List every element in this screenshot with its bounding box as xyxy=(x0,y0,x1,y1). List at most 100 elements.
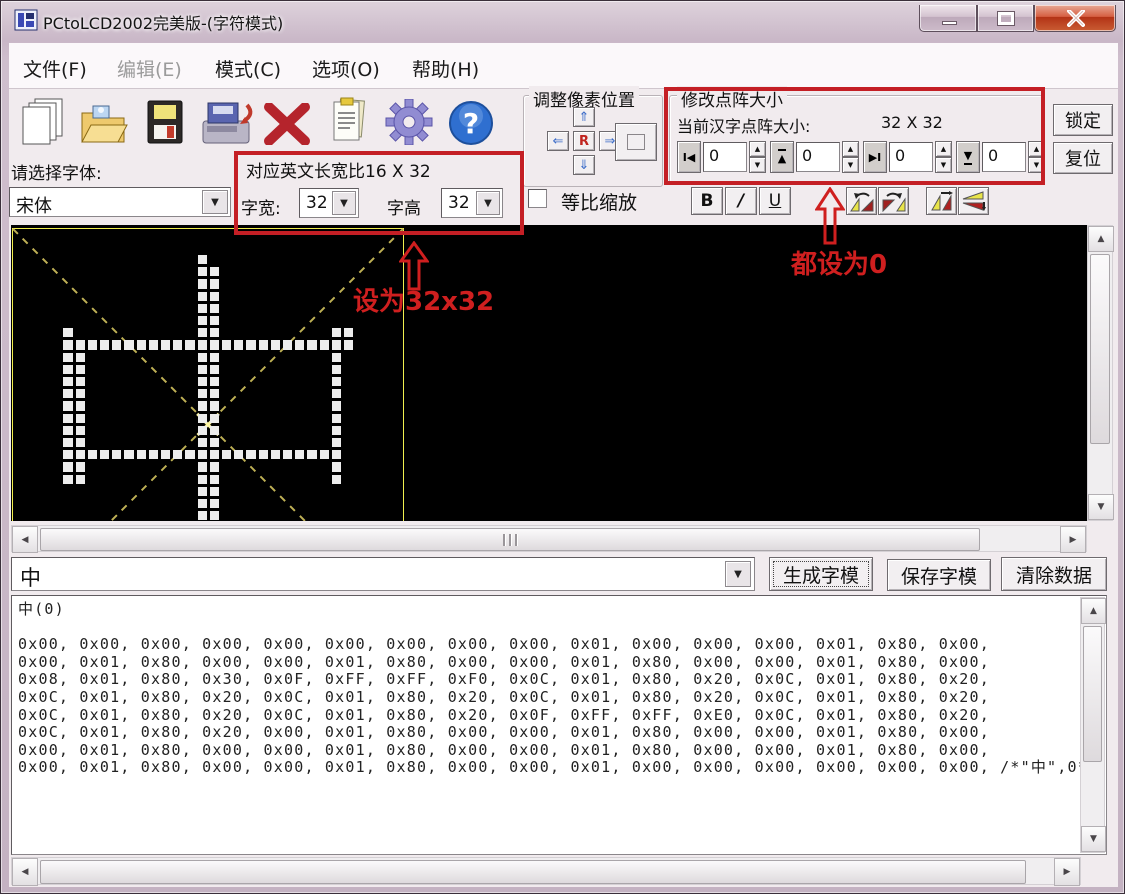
pixel-cell[interactable] xyxy=(88,340,97,349)
pixel-cell[interactable] xyxy=(246,340,255,349)
pixel-cell[interactable] xyxy=(63,414,72,423)
pixel-cell[interactable] xyxy=(210,328,219,337)
chevron-down-icon[interactable]: ▼ xyxy=(332,191,356,215)
pixel-cell[interactable] xyxy=(76,426,85,435)
adjust-left-edge-button[interactable]: I◀ xyxy=(677,141,701,173)
bottom-edge-input[interactable]: 0 xyxy=(982,142,1026,172)
pixel-cell[interactable] xyxy=(307,340,316,349)
char-width-combobox[interactable]: 32 ▼ xyxy=(299,188,359,218)
canvas-vscroll-thumb[interactable] xyxy=(1090,254,1110,444)
pixel-cell[interactable] xyxy=(332,414,341,423)
bottom-edge-spinner[interactable]: ▲ ▼ xyxy=(1028,141,1045,173)
scroll-down-icon[interactable]: ▼ xyxy=(1081,826,1106,852)
pixel-cell[interactable] xyxy=(332,389,341,398)
pixel-cell[interactable] xyxy=(76,462,85,471)
canvas-hscrollbar[interactable]: ◀ ▶ xyxy=(11,525,1087,552)
left-edge-input[interactable]: 0 xyxy=(703,142,747,172)
output-vscroll-thumb[interactable] xyxy=(1083,626,1102,762)
move-down-button[interactable]: ⇓ xyxy=(573,155,595,175)
canvas-hscroll-thumb[interactable] xyxy=(40,528,980,551)
pixel-cell[interactable] xyxy=(185,450,194,459)
pixel-cell[interactable] xyxy=(210,450,219,459)
pixel-cell[interactable] xyxy=(76,389,85,398)
help-button[interactable]: ? xyxy=(447,99,495,147)
pixel-cell[interactable] xyxy=(63,365,72,374)
pixel-cell[interactable] xyxy=(198,401,207,410)
menu-file[interactable]: 文件(F) xyxy=(23,55,87,82)
underline-button[interactable]: U xyxy=(759,187,791,215)
spin-up-icon[interactable]: ▲ xyxy=(842,141,859,157)
save-font-button[interactable]: 保存字模 xyxy=(887,559,991,591)
close-button[interactable] xyxy=(1034,5,1116,32)
pixel-cell[interactable] xyxy=(100,340,109,349)
pixel-cell[interactable] xyxy=(210,279,219,288)
pixel-cell[interactable] xyxy=(210,475,219,484)
right-edge-input[interactable]: 0 xyxy=(889,142,933,172)
top-edge-input[interactable]: 0 xyxy=(796,142,840,172)
pixel-cell[interactable] xyxy=(198,414,207,423)
pixel-cell[interactable] xyxy=(198,487,207,496)
pixel-cell[interactable] xyxy=(332,377,341,386)
pixel-cell[interactable] xyxy=(149,450,158,459)
pixel-cell[interactable] xyxy=(100,450,109,459)
pixel-cell[interactable] xyxy=(210,340,219,349)
pixel-cell[interactable] xyxy=(271,450,280,459)
save-button[interactable] xyxy=(145,99,185,145)
pixel-cell[interactable] xyxy=(332,328,341,337)
pixel-cell[interactable] xyxy=(198,292,207,301)
pixel-cell[interactable] xyxy=(332,353,341,362)
pixel-cell[interactable] xyxy=(283,450,292,459)
pixel-cell[interactable] xyxy=(76,377,85,386)
pixel-cell[interactable] xyxy=(332,401,341,410)
pixel-cell[interactable] xyxy=(63,353,72,362)
flip-vertical-button[interactable] xyxy=(958,187,989,215)
save-to-device-button[interactable] xyxy=(199,99,257,147)
pixel-cell[interactable] xyxy=(76,475,85,484)
output-hscroll-thumb[interactable] xyxy=(40,860,1026,884)
pixel-cell[interactable] xyxy=(112,340,121,349)
spin-down-icon[interactable]: ▼ xyxy=(842,157,859,173)
rotate-left-button[interactable] xyxy=(846,187,877,215)
pixel-cell[interactable] xyxy=(210,438,219,447)
scroll-right-icon[interactable]: ▶ xyxy=(1060,526,1086,553)
pixel-cell[interactable] xyxy=(63,438,72,447)
pixel-cell[interactable] xyxy=(320,340,329,349)
pixel-cell[interactable] xyxy=(63,401,72,410)
pixel-cell[interactable] xyxy=(198,255,207,264)
pixel-cell[interactable] xyxy=(344,340,353,349)
char-height-combobox[interactable]: 32 ▼ xyxy=(441,188,503,218)
pixel-cell[interactable] xyxy=(246,450,255,459)
bold-button[interactable]: B xyxy=(691,187,723,215)
settings-button[interactable] xyxy=(385,99,433,145)
scroll-right-icon[interactable]: ▶ xyxy=(1054,858,1080,886)
output-vscrollbar[interactable]: ▲ ▼ xyxy=(1080,597,1105,853)
output-textarea[interactable]: 中(0) 0x00, 0x00, 0x00, 0x00, 0x00, 0x00,… xyxy=(11,595,1107,855)
pixel-cell[interactable] xyxy=(198,267,207,276)
pixel-cell[interactable] xyxy=(210,353,219,362)
pixel-cell[interactable] xyxy=(88,450,97,459)
pixel-cell[interactable] xyxy=(198,316,207,325)
pixel-cell[interactable] xyxy=(161,340,170,349)
pixel-cell[interactable] xyxy=(76,450,85,459)
pixel-cell[interactable] xyxy=(210,365,219,374)
pixel-cell[interactable] xyxy=(76,340,85,349)
pixel-cell[interactable] xyxy=(112,450,121,459)
pixel-cell[interactable] xyxy=(76,401,85,410)
pixel-cell[interactable] xyxy=(234,450,243,459)
pixel-cell[interactable] xyxy=(210,511,219,520)
delete-button[interactable] xyxy=(263,103,311,145)
pixel-cell[interactable] xyxy=(295,450,304,459)
pixel-cell[interactable] xyxy=(332,450,341,459)
pixel-cell[interactable] xyxy=(271,340,280,349)
pixel-cell[interactable] xyxy=(198,499,207,508)
pixel-cell[interactable] xyxy=(210,426,219,435)
pixel-cell[interactable] xyxy=(210,401,219,410)
top-edge-spinner[interactable]: ▲ ▼ xyxy=(842,141,859,173)
title-bar[interactable]: PCtoLCD2002完美版-(字符模式) xyxy=(1,1,1124,37)
pixel-cell[interactable] xyxy=(320,450,329,459)
pixel-cell[interactable] xyxy=(63,340,72,349)
pixel-editor-canvas[interactable] xyxy=(11,225,1087,521)
pixel-cell[interactable] xyxy=(222,450,231,459)
reset-button[interactable]: 复位 xyxy=(1053,142,1113,174)
clear-data-button[interactable]: 清除数据 xyxy=(1001,557,1107,591)
